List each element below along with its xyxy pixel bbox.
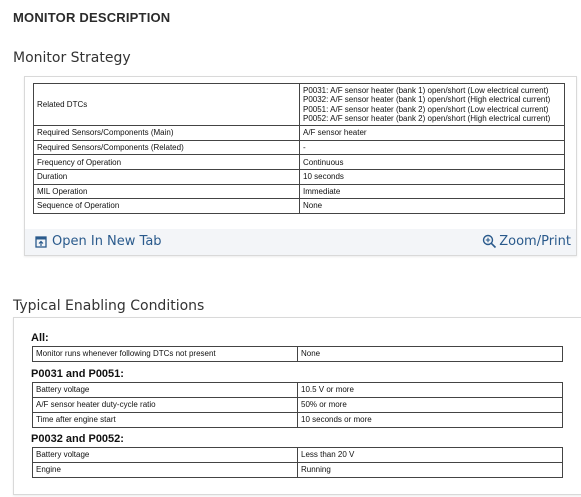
table-row: Time after engine start 10 seconds or mo…: [32, 412, 563, 428]
monitor-strategy-table: Related DTCs P0031: A/F sensor heater (b…: [33, 82, 565, 214]
table-value-cell: 10 seconds or more: [297, 412, 563, 428]
group-title-p0031-p0051: P0031 and P0051:: [31, 368, 124, 380]
table-key-cell: Related DTCs: [33, 82, 300, 127]
table-value-cell: None: [297, 346, 563, 362]
table-key-cell: Engine: [32, 462, 298, 478]
table-key-cell: Frequency of Operation: [33, 154, 300, 170]
table-row: Battery voltage Less than 20 V: [32, 447, 563, 463]
table-value-cell: 10.5 V or more: [297, 382, 563, 398]
table-key-cell: MIL Operation: [33, 183, 300, 200]
table-value-cell: Less than 20 V: [297, 447, 563, 463]
table-key-cell: Required Sensors/Components (Related): [33, 139, 300, 156]
open-in-new-tab-link[interactable]: Open In New Tab: [35, 234, 162, 249]
table-key-cell: Monitor runs whenever following DTCs not…: [32, 346, 298, 362]
table-row: Duration 10 seconds: [33, 168, 565, 185]
table-value-cell: A/F sensor heater: [299, 125, 565, 141]
table-row: Related DTCs P0031: A/F sensor heater (b…: [33, 82, 565, 127]
table-key-cell: Battery voltage: [32, 447, 298, 463]
table-row: Engine Running: [32, 462, 563, 478]
table-row: Required Sensors/Components (Related) -: [33, 139, 565, 156]
enabling-table-p0031-p0051: Battery voltage 10.5 V or more A/F senso…: [32, 382, 563, 428]
dtc-line: P0052: A/F sensor heater (bank 2) open/s…: [303, 113, 551, 123]
enabling-conditions-card: All: Monitor runs whenever following DTC…: [13, 317, 581, 495]
table-key-cell: Time after engine start: [32, 412, 298, 428]
enabling-table-p0032-p0052: Battery voltage Less than 20 V Engine Ru…: [32, 447, 563, 478]
table-value-cell: 10 seconds: [299, 168, 565, 185]
table-row: Required Sensors/Components (Main) A/F s…: [33, 125, 565, 141]
table-row: A/F sensor heater duty-cycle ratio 50% o…: [32, 397, 563, 413]
group-title-all: All:: [31, 332, 49, 344]
dtc-line: P0032: A/F sensor heater (bank 1) open/s…: [303, 95, 551, 105]
table-row: Monitor runs whenever following DTCs not…: [32, 346, 563, 362]
zoom-print-label: Zoom/Print: [499, 234, 571, 249]
related-dtcs-cell: P0031: A/F sensor heater (bank 1) open/s…: [299, 82, 565, 127]
table-value-cell: Continuous: [299, 154, 565, 170]
table-row: MIL Operation Immediate: [33, 183, 565, 200]
open-in-new-tab-label: Open In New Tab: [52, 234, 162, 249]
zoom-magnifier-icon: [483, 234, 497, 249]
dtc-line: P0051: A/F sensor heater (bank 2) open/s…: [303, 104, 549, 114]
table-row: Sequence of Operation None: [33, 198, 565, 214]
monitor-strategy-card: Related DTCs P0031: A/F sensor heater (b…: [24, 76, 577, 256]
monitor-strategy-heading: Monitor Strategy: [13, 50, 131, 66]
table-key-cell: Sequence of Operation: [33, 198, 300, 214]
table-value-cell: Running: [297, 462, 563, 478]
table-row: Frequency of Operation Continuous: [33, 154, 565, 170]
table-key-cell: Duration: [33, 168, 300, 185]
zoom-print-link[interactable]: Zoom/Print: [482, 234, 571, 249]
table-value-cell: Immediate: [299, 183, 565, 200]
table-key-cell: A/F sensor heater duty-cycle ratio: [32, 397, 298, 413]
table-row: Battery voltage 10.5 V or more: [32, 382, 563, 398]
dtc-line: P0031: A/F sensor heater (bank 1) open/s…: [303, 86, 549, 95]
table-key-cell: Required Sensors/Components (Main): [33, 125, 300, 141]
table-value-cell: 50% or more: [297, 397, 563, 413]
table-key-cell: Battery voltage: [32, 382, 298, 398]
group-title-p0032-p0052: P0032 and P0052:: [31, 433, 124, 445]
table-value-cell: -: [299, 139, 565, 156]
open-new-tab-icon: [35, 235, 47, 248]
typical-enabling-conditions-heading: Typical Enabling Conditions: [13, 298, 205, 314]
enabling-table-all: Monitor runs whenever following DTCs not…: [32, 346, 563, 362]
page-title: MONITOR DESCRIPTION: [13, 10, 171, 25]
table-value-cell: None: [299, 198, 565, 214]
card-footer: Open In New Tab Zoom/Print: [25, 229, 576, 255]
